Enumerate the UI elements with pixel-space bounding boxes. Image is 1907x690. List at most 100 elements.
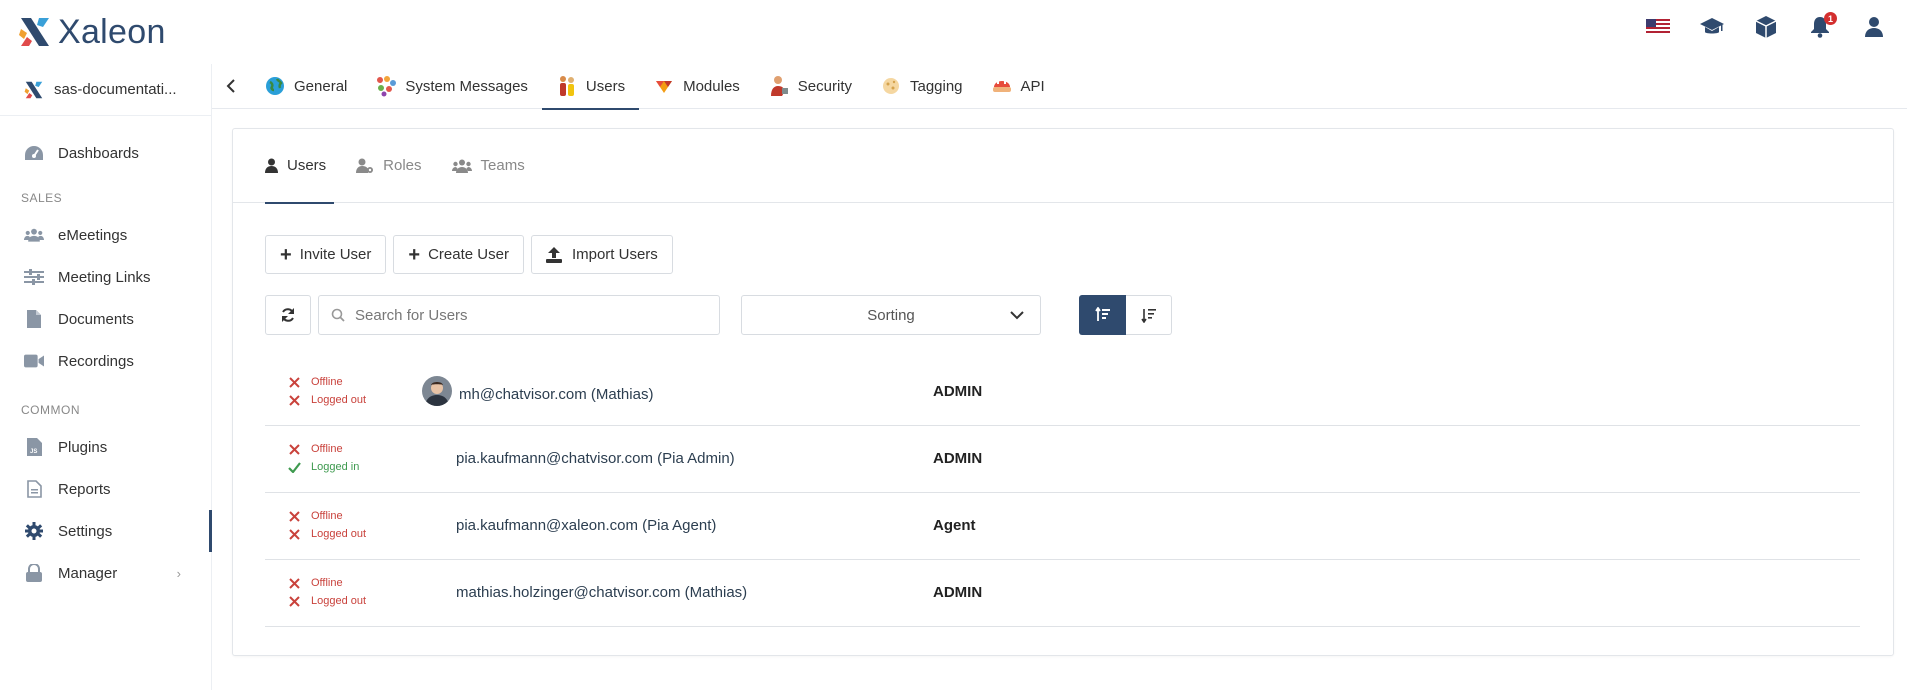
sidebar-item-manager[interactable]: Manager › [0,552,211,594]
user-role: ADMIN [933,450,983,467]
user-email[interactable]: mh@chatvisor.com (Mathias) [459,386,653,403]
us-flag-icon[interactable] [1645,14,1671,40]
bell-icon[interactable]: 1 [1807,12,1837,40]
tab-system-messages[interactable]: System Messages [361,64,542,109]
tab-modules[interactable]: Modules [639,64,754,109]
tab-api[interactable]: API [977,64,1059,109]
tab-label: Security [797,77,852,95]
user-icon [265,158,278,173]
tab-label: Modules [683,77,740,95]
x-icon [287,595,301,607]
user-email[interactable]: pia.kaufmann@xaleon.com (Pia Agent) [456,517,716,534]
user-status: Offline Logged out [287,507,366,543]
tab-security[interactable]: Security [754,64,866,109]
refresh-button[interactable] [265,295,311,335]
tab-label: General [294,77,348,95]
settings-tabs: General System Messages Users Modules Se… [212,64,1907,110]
sidebar-item-label: eMeetings [58,226,128,244]
invite-user-button[interactable]: + Invite User [265,235,387,274]
graduation-cap-icon[interactable] [1699,14,1725,40]
sidebar-item-emeetings[interactable]: eMeetings [0,214,211,256]
sort-descending-button[interactable] [1126,295,1172,335]
chevron-down-icon [1010,307,1024,327]
import-users-button[interactable]: Import Users [530,235,673,274]
js-file-icon: JS [24,437,44,457]
report-file-icon [24,479,44,499]
check-icon [287,461,301,473]
sliders-icon [24,267,44,287]
online-status: Offline [311,443,343,455]
user-email[interactable]: pia.kaufmann@chatvisor.com (Pia Admin) [456,450,735,467]
online-status: Offline [311,510,343,522]
user-status: Offline Logged in [287,440,359,476]
tab-users[interactable]: Users [541,64,640,110]
svg-text:JS: JS [30,449,37,455]
chevron-right-icon: › [176,565,181,581]
sort-ascending-icon [1094,307,1110,321]
sidebar-section-sales: SALES [21,191,63,205]
create-user-button[interactable]: + Create User [393,235,524,274]
sidebar-item-meeting-links[interactable]: Meeting Links [0,256,211,298]
user-role: Agent [933,517,976,534]
tab-label: System Messages [405,77,528,95]
user-identity: mathias.holzinger@chatvisor.com (Mathias… [456,584,747,601]
sidebar-item-label: Plugins [58,438,108,456]
user-subtabs: Users Roles Teams [233,129,1893,204]
sidebar-item-plugins[interactable]: JS Plugins [0,426,211,468]
sidebar-item-dashboards[interactable]: Dashboards [0,132,211,174]
subtab-users[interactable]: Users [265,129,335,204]
online-status: Offline [311,376,343,388]
user-row[interactable]: Offline Logged out mathias.holzinger@cha… [265,560,1860,627]
sorting-select[interactable]: Sorting [741,295,1041,335]
x-icon [287,376,301,388]
user-icon[interactable] [1861,14,1887,40]
subtab-roles[interactable]: Roles [356,129,422,203]
subtab-label: Roles [383,157,422,174]
security-icon [768,75,790,97]
project-logo-icon [24,81,43,98]
x-icon [287,528,301,540]
button-label: Import Users [571,246,658,263]
online-status: Offline [311,577,343,589]
x-icon [287,443,301,455]
tab-tagging[interactable]: Tagging [866,64,977,109]
search-icon [331,308,345,322]
tab-label: Users [585,77,626,95]
search-box [318,295,720,335]
user-row[interactable]: Offline Logged out pia.kaufmann@xaleon.c… [265,493,1860,560]
tab-general[interactable]: General [250,64,361,109]
sidebar-item-recordings[interactable]: Recordings [0,340,211,382]
cube-icon[interactable] [1753,14,1779,40]
sidebar-item-label: Reports [58,480,111,498]
search-input[interactable] [355,306,695,324]
sort-ascending-button[interactable] [1079,295,1126,335]
avatar [422,376,452,406]
dashboard-gauge-icon [24,143,44,163]
user-email[interactable]: mathias.holzinger@chatvisor.com (Mathias… [456,584,747,601]
user-row[interactable]: Offline Logged out mh@chatvisor.com (Mat… [265,359,1860,426]
lock-icon [24,563,44,583]
xaleon-logo[interactable]: Xaleon [18,12,166,52]
project-selector[interactable]: sas-documentati... [0,64,211,116]
sidebar-item-settings[interactable]: Settings [0,510,212,552]
x-icon [287,577,301,589]
tab-label: Tagging [909,77,963,95]
modules-icon [653,75,675,97]
back-chevron-icon[interactable] [212,64,250,109]
sidebar-item-reports[interactable]: Reports [0,468,211,510]
user-row[interactable]: Offline Logged in pia.kaufmann@chatvisor… [265,426,1860,493]
subtab-teams[interactable]: Teams [451,129,525,203]
document-icon [24,309,44,329]
tab-label: API [1020,77,1045,95]
button-label: Invite User [299,246,372,263]
sidebar-item-label: Settings [58,522,113,540]
messages-icon [375,75,397,97]
sidebar: sas-documentati... Dashboards SALES eMee… [0,64,212,690]
x-icon [287,510,301,522]
user-status: Offline Logged out [287,574,366,610]
x-icon [287,394,301,406]
gear-icon [24,521,44,541]
subtab-label: Users [287,157,327,174]
login-status: Logged out [311,595,367,607]
sidebar-item-documents[interactable]: Documents [0,298,211,340]
